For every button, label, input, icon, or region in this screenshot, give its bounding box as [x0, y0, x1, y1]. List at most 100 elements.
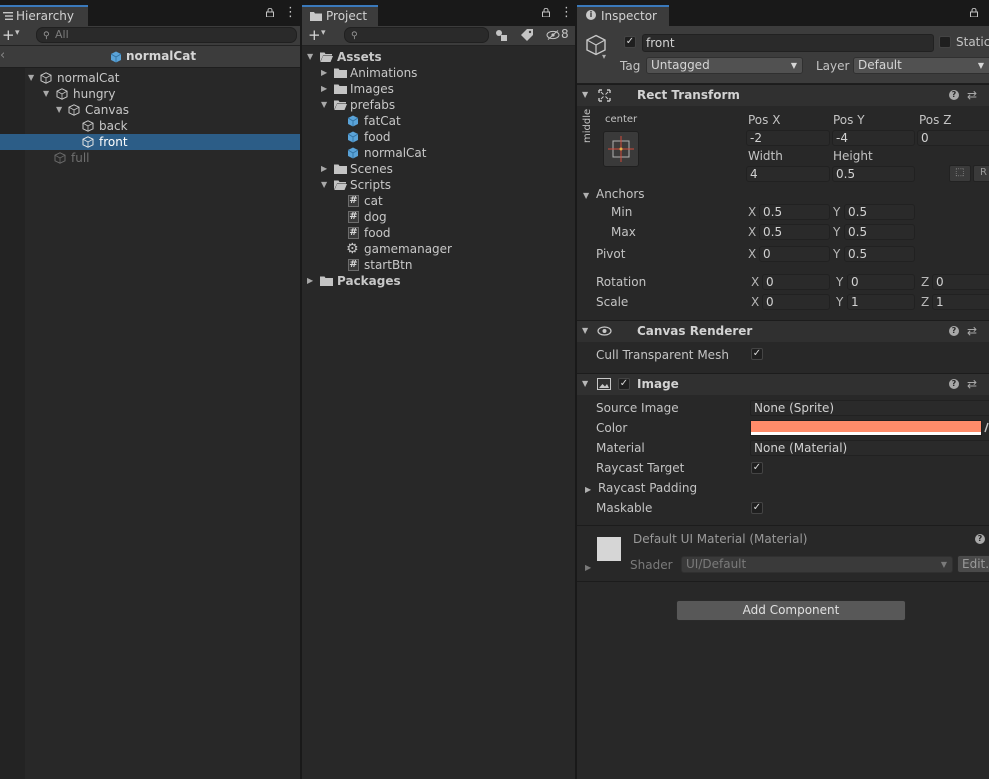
project-item[interactable]: normalCat: [302, 145, 575, 161]
project-item[interactable]: ▼ Assets: [302, 49, 575, 65]
hidden-eye-icon[interactable]: [546, 30, 560, 40]
add-icon[interactable]: +: [308, 26, 321, 44]
material-thumbnail[interactable]: [597, 537, 621, 561]
hierarchy-item[interactable]: ▼ normalCat: [0, 70, 300, 86]
collapsed-arrow-icon[interactable]: ▶: [585, 563, 591, 572]
canvas-renderer-header[interactable]: ▼ Canvas Renderer ? ⇄: [577, 320, 989, 342]
anchors-foldout[interactable]: ▼ Anchors: [583, 184, 645, 204]
project-item[interactable]: # food: [302, 225, 575, 241]
pos-y-field[interactable]: -4: [832, 130, 915, 146]
project-search-input[interactable]: ⚲: [344, 27, 489, 43]
tab-project[interactable]: Project: [302, 5, 378, 26]
add-icon[interactable]: +: [2, 26, 15, 44]
expand-arrow-icon[interactable]: ▼: [43, 86, 51, 102]
anchor-max-y-field[interactable]: 0.5: [844, 224, 915, 240]
anchor-min-y-field[interactable]: 0.5: [844, 204, 915, 220]
project-item[interactable]: # startBtn: [302, 257, 575, 273]
collapsed-arrow-icon[interactable]: ▶: [585, 485, 591, 494]
pos-z-field[interactable]: 0: [917, 130, 989, 146]
scale-z-field[interactable]: 1: [932, 294, 989, 310]
pivot-y-field[interactable]: 0.5: [844, 246, 915, 262]
settings-sliders-icon[interactable]: ⇄: [967, 324, 977, 338]
color-swatch-field[interactable]: [750, 420, 982, 436]
project-item[interactable]: ▶ Images: [302, 81, 575, 97]
static-checkbox[interactable]: [939, 36, 951, 48]
add-component-button[interactable]: Add Component: [676, 600, 906, 621]
tag-dropdown[interactable]: Untagged ▼: [646, 57, 803, 74]
rotation-y-field[interactable]: 0: [847, 274, 915, 290]
lock-icon[interactable]: [970, 8, 978, 17]
expand-arrow-icon[interactable]: ▼: [28, 70, 36, 86]
help-icon[interactable]: ?: [949, 379, 959, 389]
material-field[interactable]: None (Material): [750, 440, 989, 456]
label-tag-icon[interactable]: [521, 29, 533, 41]
settings-sliders-icon[interactable]: ⇄: [967, 88, 977, 102]
more-menu-icon[interactable]: ⋮: [560, 6, 573, 19]
project-item[interactable]: ▶ Animations: [302, 65, 575, 81]
rect-transform-header[interactable]: ▼ Rect Transform ? ⇄: [577, 84, 989, 106]
expand-arrow-icon[interactable]: ▼: [582, 379, 588, 388]
rotation-z-field[interactable]: 0: [932, 274, 989, 290]
lock-icon[interactable]: [542, 8, 550, 17]
expand-arrow-icon[interactable]: ▼: [582, 90, 588, 99]
layer-dropdown[interactable]: Default ▼: [853, 57, 989, 74]
source-image-field[interactable]: None (Sprite): [750, 400, 989, 416]
collapsed-arrow-icon[interactable]: ▶: [321, 81, 329, 97]
dropdown-caret-icon[interactable]: ▾: [15, 28, 20, 38]
project-item[interactable]: # cat: [302, 193, 575, 209]
lock-icon[interactable]: [266, 8, 274, 17]
hierarchy-search-input[interactable]: ⚲ All: [36, 27, 297, 43]
hierarchy-item[interactable]: back: [0, 118, 300, 134]
hierarchy-item[interactable]: full: [0, 150, 300, 166]
project-item[interactable]: ⚙ gamemanager: [302, 241, 575, 257]
expand-arrow-icon[interactable]: ▼: [56, 102, 64, 118]
tab-hierarchy[interactable]: Hierarchy: [0, 5, 88, 26]
search-by-type-icon[interactable]: [495, 29, 507, 41]
height-field[interactable]: 0.5: [832, 166, 915, 182]
expand-arrow-icon[interactable]: ▼: [583, 191, 589, 200]
help-icon[interactable]: ?: [975, 534, 985, 544]
project-item[interactable]: fatCat: [302, 113, 575, 129]
collapsed-arrow-icon[interactable]: ▶: [307, 273, 315, 289]
anchor-max-x-field[interactable]: 0.5: [759, 224, 830, 240]
object-name-field[interactable]: front: [642, 34, 934, 52]
shader-edit-button[interactable]: Edit...: [957, 555, 989, 573]
eyedropper-icon[interactable]: [984, 420, 989, 436]
anchor-preset-button[interactable]: [603, 131, 639, 167]
project-item[interactable]: ▶ Packages: [302, 273, 575, 289]
project-item[interactable]: # dog: [302, 209, 575, 225]
help-icon[interactable]: ?: [949, 90, 959, 100]
collapsed-arrow-icon[interactable]: ▶: [321, 161, 329, 177]
expand-arrow-icon[interactable]: ▼: [321, 97, 329, 113]
active-checkbox[interactable]: ✓: [624, 36, 636, 48]
project-item[interactable]: ▶ Scenes: [302, 161, 575, 177]
expand-arrow-icon[interactable]: ▼: [321, 177, 329, 193]
project-item[interactable]: food: [302, 129, 575, 145]
image-enabled-checkbox[interactable]: ✓: [618, 378, 630, 390]
more-menu-icon[interactable]: ⋮: [284, 6, 297, 19]
raycast-target-checkbox[interactable]: ✓: [751, 462, 763, 474]
cull-transparent-mesh-checkbox[interactable]: ✓: [751, 348, 763, 360]
help-icon[interactable]: ?: [949, 326, 959, 336]
expand-arrow-icon[interactable]: ▼: [307, 49, 315, 65]
dropdown-caret-icon[interactable]: ▾: [321, 28, 326, 38]
rotation-x-field[interactable]: 0: [762, 274, 830, 290]
settings-sliders-icon[interactable]: ⇄: [967, 377, 977, 391]
scale-x-field[interactable]: 0: [762, 294, 830, 310]
anchor-min-x-field[interactable]: 0.5: [759, 204, 830, 220]
width-field[interactable]: 4: [746, 166, 830, 182]
shader-dropdown[interactable]: UI/Default ▼: [681, 556, 953, 573]
pivot-x-field[interactable]: 0: [759, 246, 830, 262]
scale-y-field[interactable]: 1: [847, 294, 915, 310]
raycast-padding-foldout[interactable]: ▶ Raycast Padding: [585, 478, 697, 498]
hierarchy-item[interactable]: ▼ Canvas: [0, 102, 300, 118]
blueprint-mode-button[interactable]: ⬚: [949, 165, 971, 182]
back-arrow-icon[interactable]: ‹: [0, 48, 5, 63]
raw-edit-button[interactable]: R: [973, 165, 989, 182]
hierarchy-item[interactable]: ▼ hungry: [0, 86, 300, 102]
project-item[interactable]: ▼ Scripts: [302, 177, 575, 193]
hierarchy-item-selected[interactable]: front: [0, 134, 300, 150]
tab-inspector[interactable]: i Inspector: [577, 5, 669, 26]
maskable-checkbox[interactable]: ✓: [751, 502, 763, 514]
collapsed-arrow-icon[interactable]: ▶: [321, 65, 329, 81]
